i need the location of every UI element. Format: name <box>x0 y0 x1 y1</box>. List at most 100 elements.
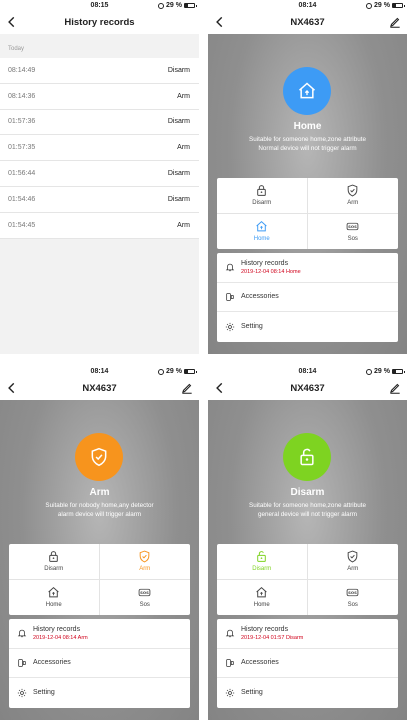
mode-status-circle <box>283 433 331 481</box>
status-bar: 08:14 29 % <box>208 0 407 12</box>
rotation-lock-icon <box>366 368 373 375</box>
battery-icon <box>184 369 197 374</box>
history-list: 08:14:49 Disarm 08:14:36 Arm 01:57:36 Disar… <box>0 58 199 239</box>
nav-bar: NX4637 <box>208 378 407 400</box>
last-event: 2019-12-04 01:57 Disarm <box>241 634 304 641</box>
accessories-item[interactable]: Accessories <box>217 283 398 313</box>
home-icon <box>297 81 317 101</box>
gear-icon <box>225 322 235 332</box>
history-records-item[interactable]: History records 2019-12-04 08:14 Arm <box>9 619 190 649</box>
device-title: NX4637 <box>290 383 325 394</box>
battery-percent: 29 % <box>374 2 390 9</box>
mode-description: Suitable for someone home,zone attribute… <box>249 502 366 518</box>
mode-description: Suitable for someone home,zone attribute… <box>249 136 366 152</box>
device-screen-disarm: 08:14 29 % NX4637 Disarm Suitable for so… <box>208 366 407 720</box>
device-panel: Disarm Suitable for someone home,zone at… <box>208 400 407 720</box>
mode-arm-button[interactable]: Arm <box>99 544 190 580</box>
accessories-icon <box>225 658 235 668</box>
sos-icon <box>346 586 359 599</box>
battery-percent: 29 % <box>374 368 390 375</box>
device-title: NX4637 <box>82 383 117 394</box>
status-bar: 08:15 29 % <box>0 0 199 12</box>
rotation-lock-icon <box>366 2 373 9</box>
list-item[interactable]: 01:57:35 Arm <box>0 135 199 162</box>
current-mode: Disarm <box>290 487 325 498</box>
accessories-item[interactable]: Accessories <box>217 649 398 679</box>
battery-icon <box>392 3 405 8</box>
list-item[interactable]: 01:54:45 Arm <box>0 213 199 239</box>
shield-icon <box>346 184 359 197</box>
lock-icon <box>47 550 60 563</box>
history-records-item[interactable]: History records 2019-12-04 08:14 Home <box>217 253 398 283</box>
edit-icon[interactable] <box>388 15 402 29</box>
mode-home-button[interactable]: Home <box>9 579 100 615</box>
bell-icon <box>225 262 235 272</box>
mode-disarm-button[interactable]: Disarm <box>217 178 308 214</box>
device-panel: Arm Suitable for nobody home,any detecto… <box>0 400 199 720</box>
mode-sos-button[interactable]: Sos <box>308 214 399 250</box>
history-screen: 08:15 29 % History records Today 08:14:4… <box>0 0 199 354</box>
history-records-item[interactable]: History records 2019-12-04 01:57 Disarm <box>217 619 398 649</box>
home-icon <box>255 586 268 599</box>
nav-bar: NX4637 <box>208 12 407 34</box>
menu-card: History records 2019-12-04 08:14 Home Acc… <box>217 253 398 342</box>
mode-home-button[interactable]: Home <box>217 579 308 615</box>
device-panel: Home Suitable for someone home,zone attr… <box>208 34 407 354</box>
setting-item[interactable]: Setting <box>9 678 190 708</box>
last-event: 2019-12-04 08:14 Home <box>241 268 301 275</box>
gear-icon <box>17 688 27 698</box>
mode-sos-button[interactable]: Sos <box>308 580 399 616</box>
mode-sos-button[interactable]: Sos <box>100 580 191 616</box>
edit-icon[interactable] <box>388 381 402 395</box>
nav-bar: History records <box>0 12 199 34</box>
rotation-lock-icon <box>158 368 165 375</box>
edit-icon[interactable] <box>180 381 194 395</box>
list-item[interactable]: 01:56:44 Disarm <box>0 161 199 187</box>
setting-item[interactable]: Setting <box>217 678 398 708</box>
list-item[interactable]: 08:14:36 Arm <box>0 84 199 110</box>
device-screen-arm: 08:14 29 % NX4637 Arm Suitable for nobod… <box>0 366 199 720</box>
rotation-lock-icon <box>158 2 165 9</box>
current-mode: Arm <box>89 487 110 498</box>
bell-icon <box>225 628 235 638</box>
accessories-icon <box>225 292 235 302</box>
sos-icon <box>346 220 359 233</box>
mode-arm-button[interactable]: Arm <box>307 544 398 580</box>
list-item[interactable]: 08:14:49 Disarm <box>0 58 199 84</box>
list-item[interactable]: 01:57:36 Disarm <box>0 110 199 136</box>
lock-icon <box>255 184 268 197</box>
nav-bar: NX4637 <box>0 378 199 400</box>
mode-disarm-button[interactable]: Disarm <box>9 544 100 580</box>
bell-icon <box>17 628 27 638</box>
sos-icon <box>138 586 151 599</box>
mode-home-button[interactable]: Home <box>217 213 308 249</box>
gear-icon <box>225 688 235 698</box>
shield-icon <box>138 550 151 563</box>
home-icon <box>255 220 268 233</box>
battery-icon <box>184 3 197 8</box>
list-item[interactable]: 01:54:46 Disarm <box>0 187 199 213</box>
mode-disarm-button[interactable]: Disarm <box>217 544 308 580</box>
mode-selector: Disarm Arm Home Sos <box>9 544 190 615</box>
device-title: NX4637 <box>290 17 325 28</box>
mode-selector: Disarm Arm Home Sos <box>217 544 398 615</box>
unlock-icon <box>297 447 317 467</box>
shield-icon <box>346 550 359 563</box>
mode-status-circle <box>75 433 123 481</box>
accessories-item[interactable]: Accessories <box>9 649 190 679</box>
mode-selector: Disarm Arm Home Sos <box>217 178 398 249</box>
mode-status-circle <box>283 67 331 115</box>
status-bar: 08:14 29 % <box>0 366 199 378</box>
menu-card: History records 2019-12-04 01:57 Disarm A… <box>217 619 398 708</box>
home-icon <box>47 586 60 599</box>
setting-item[interactable]: Setting <box>217 312 398 342</box>
accessories-icon <box>17 658 27 668</box>
status-bar: 08:14 29 % <box>208 366 407 378</box>
mode-description: Suitable for nobody home,any detector al… <box>45 502 154 518</box>
section-header: Today <box>8 46 25 52</box>
battery-percent: 29 % <box>166 2 182 9</box>
mode-arm-button[interactable]: Arm <box>307 178 398 214</box>
page-title: History records <box>64 17 135 28</box>
battery-percent: 29 % <box>166 368 182 375</box>
current-mode: Home <box>293 121 322 132</box>
